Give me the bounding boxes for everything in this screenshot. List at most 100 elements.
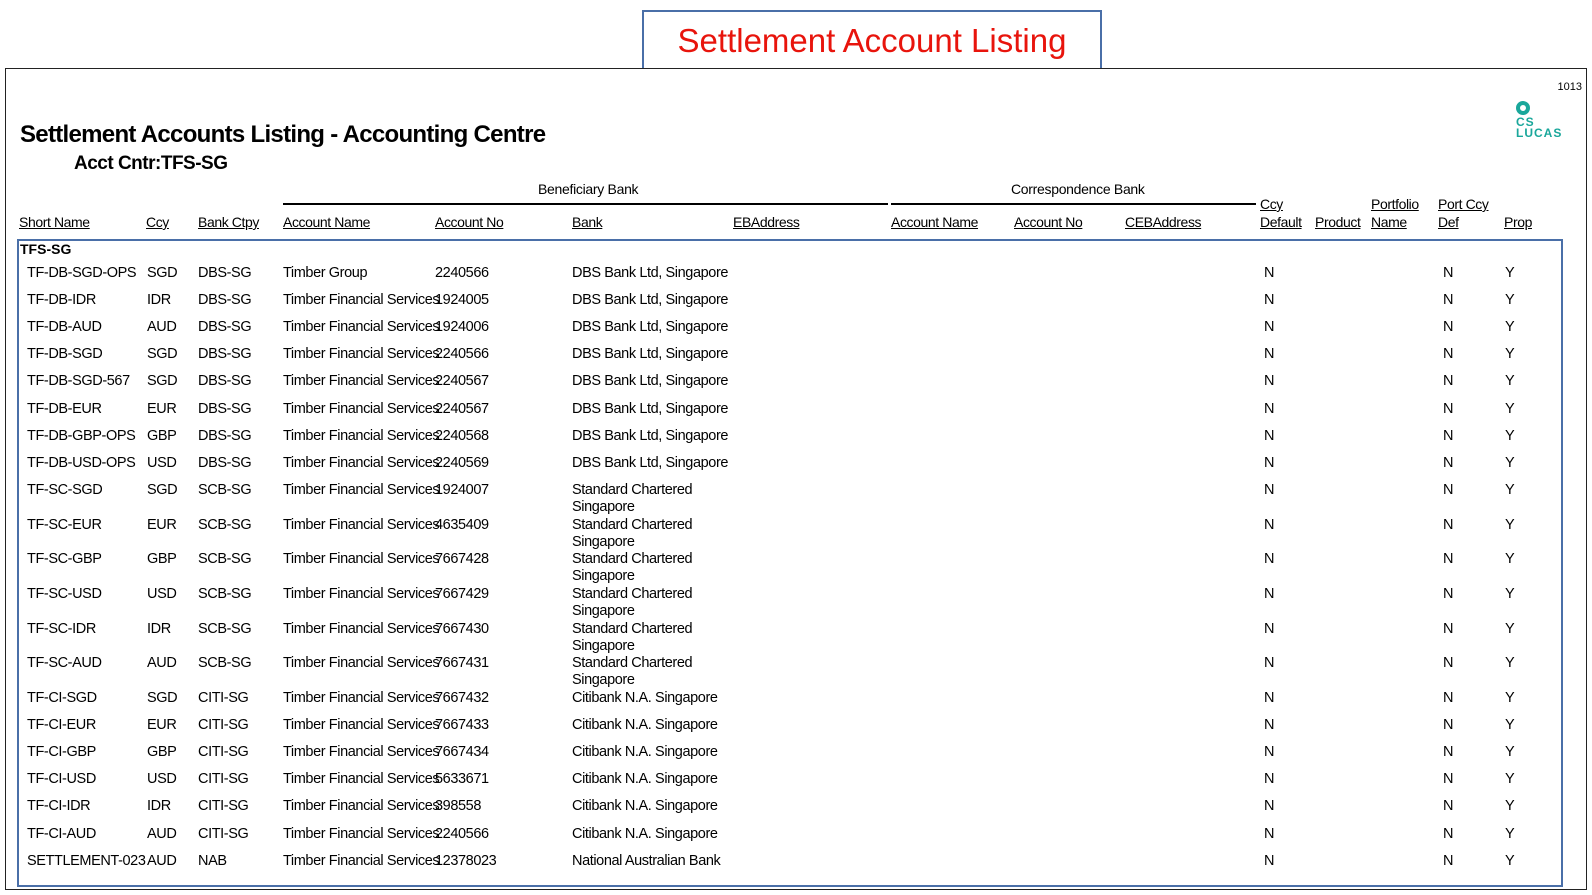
- cell-port-ccy-def: N: [1443, 620, 1454, 637]
- cell-account-no: 7667434: [435, 744, 489, 761]
- cell-prop: Y: [1505, 825, 1515, 842]
- cell-ccy: AUD: [147, 319, 177, 336]
- cell-ccy-default: N: [1264, 771, 1275, 788]
- cell-short-name: TF-DB-SGD: [27, 346, 103, 363]
- col-header-bank: Bank: [572, 214, 603, 230]
- cell-short-name: TF-DB-SGD-OPS: [27, 265, 137, 281]
- cell-account-no: 1924006: [435, 319, 489, 336]
- cell-ccy: SGD: [147, 481, 178, 498]
- cell-ccy-default: N: [1264, 427, 1275, 444]
- cell-account-name: Timber Financial Services: [283, 427, 440, 444]
- cell-short-name: TF-DB-GBP-OPS: [27, 427, 136, 444]
- cell-bank: DBS Bank Ltd, Singapore: [572, 319, 729, 336]
- col-header-port-ccy-def-line2: Def: [1438, 214, 1459, 230]
- cell-port-ccy-def: N: [1443, 454, 1454, 471]
- cell-bank: Standard Chartered Singapore: [572, 620, 693, 654]
- col-header-prop: Prop: [1504, 214, 1532, 230]
- cell-ccy-default: N: [1264, 717, 1275, 734]
- cell-ccy-default: N: [1264, 551, 1275, 568]
- cell-account-no: 2240567: [435, 400, 489, 417]
- cell-account-no: 2240568: [435, 427, 489, 444]
- cell-bank: DBS Bank Ltd, Singapore: [572, 292, 729, 309]
- cell-ccy-default: N: [1264, 620, 1275, 637]
- cell-bank-ctpy: DBS-SG: [198, 265, 252, 281]
- col-header-account-name: Account Name: [283, 214, 371, 230]
- cell-port-ccy-def: N: [1443, 346, 1454, 363]
- col-header-portfolio-name-line1: Portfolio: [1371, 196, 1419, 212]
- cell-bank-ctpy: DBS-SG: [198, 427, 252, 444]
- cell-account-no: 2240566: [435, 265, 489, 281]
- cell-ccy: USD: [147, 585, 177, 602]
- cell-port-ccy-def: N: [1443, 400, 1454, 417]
- cell-account-name: Timber Financial Services: [283, 655, 440, 672]
- cell-port-ccy-def: N: [1443, 516, 1454, 533]
- callout-title: Settlement Account Listing: [642, 10, 1102, 72]
- cell-ccy: SGD: [147, 265, 178, 281]
- cell-account-name: Timber Financial Services: [283, 585, 440, 602]
- cell-ccy-default: N: [1264, 825, 1275, 842]
- cell-short-name: TF-CI-SGD: [27, 690, 97, 706]
- cell-port-ccy-def: N: [1443, 717, 1454, 734]
- cell-account-name: Timber Financial Services: [283, 516, 440, 533]
- cell-bank: Citibank N.A. Singapore: [572, 771, 718, 788]
- correspondence-bank-group-label: Correspondence Bank: [1011, 181, 1145, 197]
- cell-bank-ctpy: SCB-SG: [198, 585, 252, 602]
- cell-prop: Y: [1505, 265, 1515, 281]
- cell-ccy-default: N: [1264, 373, 1275, 390]
- table-row: TF-SC-GBP GBP SCB-SG Timber Financial Servi…: [6, 551, 1586, 585]
- cell-short-name: TF-SC-GBP: [27, 551, 102, 568]
- cell-bank-ctpy: DBS-SG: [198, 373, 252, 390]
- table-row: TF-SC-IDR IDR SCB-SG Timber Financial Servi…: [6, 621, 1586, 655]
- cell-bank-ctpy: SCB-SG: [198, 655, 252, 672]
- cell-bank: Citibank N.A. Singapore: [572, 744, 718, 761]
- cell-account-no: 7667429: [435, 585, 489, 602]
- cell-bank-ctpy: DBS-SG: [198, 346, 252, 363]
- cell-ccy-default: N: [1264, 319, 1275, 336]
- cell-bank-ctpy: CITI-SG: [198, 690, 249, 706]
- cell-ccy-default: N: [1264, 481, 1275, 498]
- beneficiary-bank-group-label: Beneficiary Bank: [538, 181, 639, 197]
- cell-ccy: SGD: [147, 346, 178, 363]
- cell-prop: Y: [1505, 319, 1515, 336]
- table-row: TF-SC-AUD AUD SCB-SG Timber Financial Servi…: [6, 655, 1586, 689]
- cell-bank-ctpy: CITI-SG: [198, 744, 249, 761]
- col-header-portfolio-name-line2: Name: [1371, 214, 1407, 230]
- cell-short-name: TF-CI-IDR: [27, 798, 91, 815]
- cell-ccy: IDR: [147, 620, 171, 637]
- cell-account-no: 2240566: [435, 825, 489, 842]
- cell-ccy: GBP: [147, 551, 177, 568]
- cell-prop: Y: [1505, 771, 1515, 788]
- cell-bank-ctpy: SCB-SG: [198, 551, 252, 568]
- cell-account-no: 398558: [435, 798, 481, 815]
- cell-bank: DBS Bank Ltd, Singapore: [572, 400, 729, 417]
- cell-bank: DBS Bank Ltd, Singapore: [572, 346, 729, 363]
- cell-prop: Y: [1505, 655, 1515, 672]
- cell-port-ccy-def: N: [1443, 798, 1454, 815]
- cell-short-name: TF-CI-USD: [27, 771, 96, 788]
- cell-account-name: Timber Financial Services: [283, 373, 440, 390]
- cell-account-no: 1924005: [435, 292, 489, 309]
- logo-ring-icon: [1516, 101, 1530, 115]
- col-header-corr-account-no: Account No: [1014, 214, 1083, 230]
- cell-prop: Y: [1505, 481, 1515, 498]
- cell-short-name: TF-SC-USD: [27, 585, 102, 602]
- cell-short-name: TF-SC-EUR: [27, 516, 102, 533]
- report-title: Settlement Accounts Listing - Accounting…: [20, 121, 546, 148]
- cell-ccy-default: N: [1264, 346, 1275, 363]
- cell-account-name: Timber Financial Services: [283, 454, 440, 471]
- cell-short-name: TF-CI-EUR: [27, 717, 96, 734]
- cell-ccy-default: N: [1264, 744, 1275, 761]
- cell-bank: Standard Chartered Singapore: [572, 551, 693, 585]
- cell-bank: DBS Bank Ltd, Singapore: [572, 427, 729, 444]
- cell-prop: Y: [1505, 516, 1515, 533]
- cell-ccy: USD: [147, 771, 177, 788]
- cell-ccy-default: N: [1264, 292, 1275, 309]
- col-header-ccy: Ccy: [146, 214, 169, 230]
- cell-ccy: SGD: [147, 690, 178, 706]
- cell-port-ccy-def: N: [1443, 825, 1454, 842]
- cell-account-name: Timber Financial Services: [283, 551, 440, 568]
- col-header-account-no: Account No: [435, 214, 504, 230]
- cell-ccy-default: N: [1264, 454, 1275, 471]
- cell-bank-ctpy: SCB-SG: [198, 516, 252, 533]
- col-header-ccy-default-line2: Default: [1260, 214, 1302, 230]
